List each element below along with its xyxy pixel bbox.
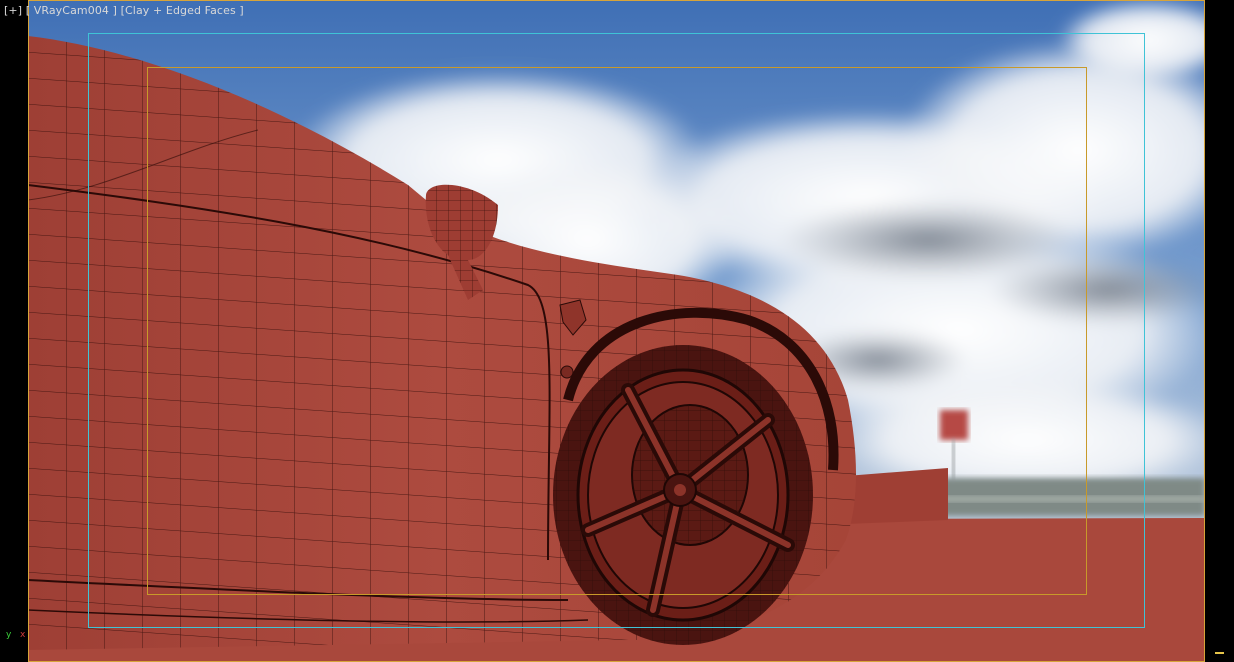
viewport-label: [+] [ VRayCam004 ] [Clay + Edged Faces ]	[4, 4, 244, 17]
viewport-menu-button[interactable]: [+]	[4, 4, 22, 17]
camera-menu-button[interactable]: [ VRayCam004 ]	[26, 4, 117, 17]
status-marker	[1215, 652, 1224, 654]
axis-x-label: x	[20, 630, 26, 640]
shading-menu-button[interactable]: [Clay + Edged Faces ]	[121, 4, 244, 17]
render-frame	[28, 0, 1205, 662]
axis-y-label: y	[6, 630, 12, 640]
axis-tripod: y x	[6, 630, 25, 640]
viewport[interactable]: [+] [ VRayCam004 ] [Clay + Edged Faces ]	[0, 0, 1234, 662]
